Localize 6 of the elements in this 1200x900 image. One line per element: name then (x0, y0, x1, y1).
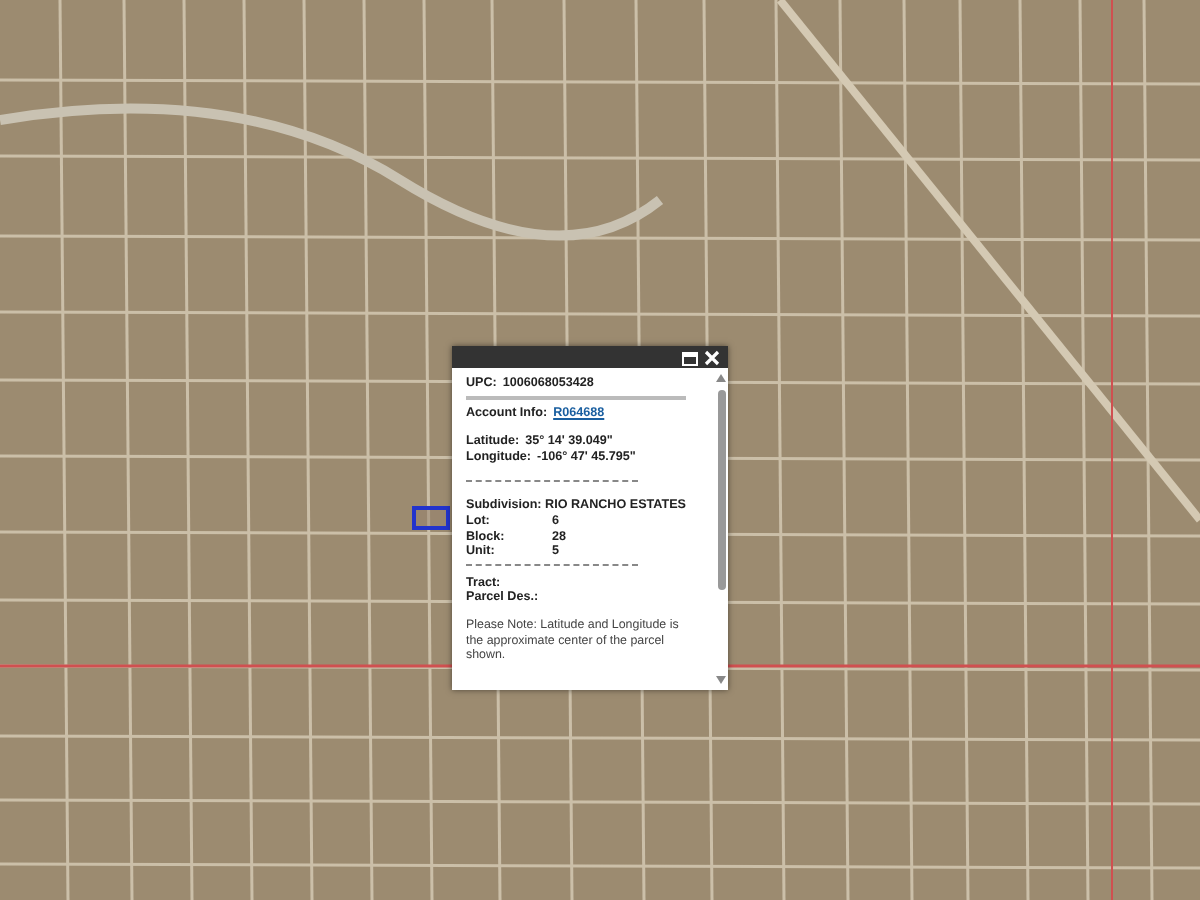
scroll-up-arrow-icon[interactable] (716, 374, 726, 382)
parcel-outline (412, 506, 450, 530)
maximize-icon[interactable] (682, 349, 698, 365)
close-icon[interactable] (704, 349, 720, 365)
scroll-down-arrow-icon[interactable] (716, 676, 726, 684)
scrollbar-thumb[interactable] (717, 390, 725, 590)
